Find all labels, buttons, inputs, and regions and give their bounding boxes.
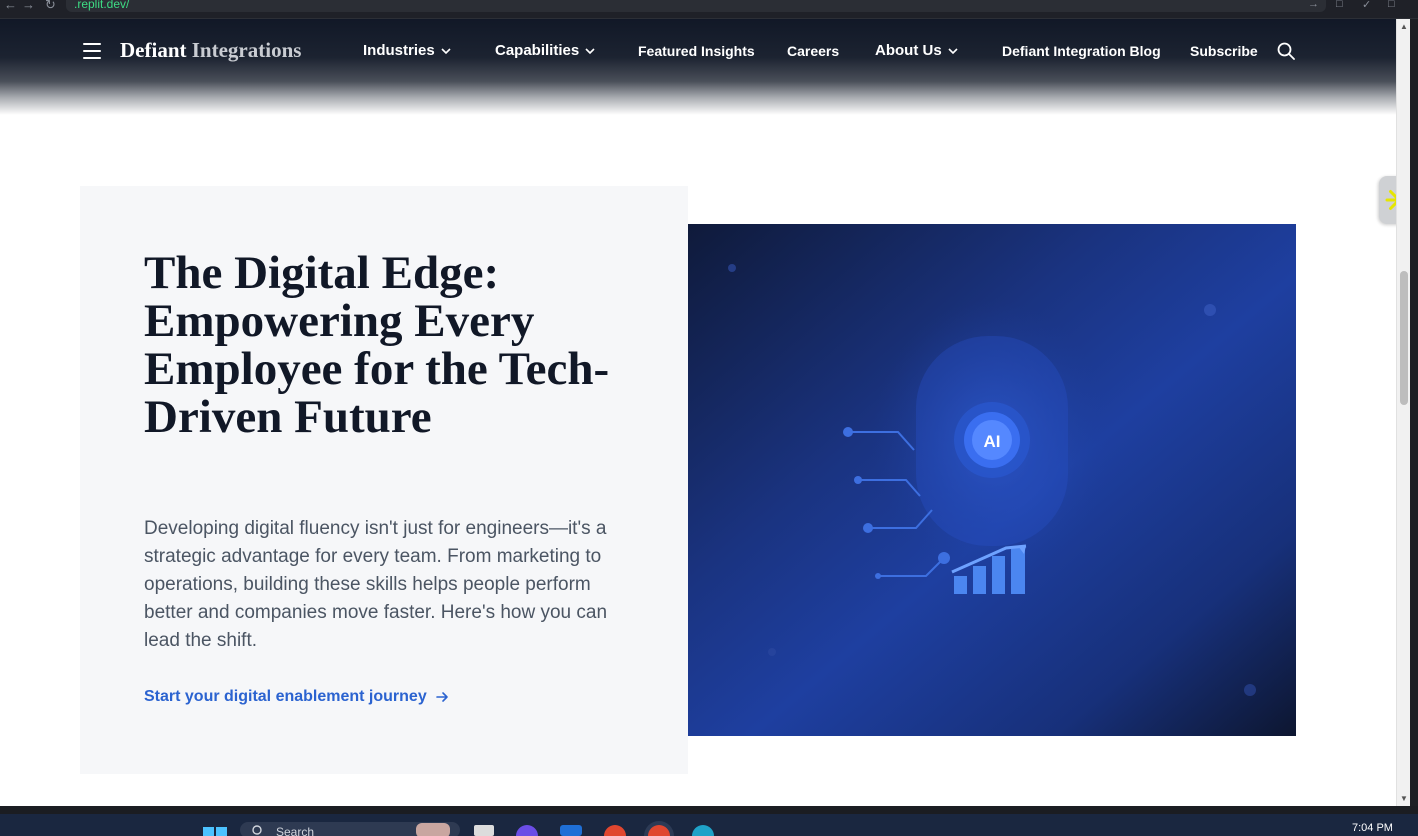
nav-blog-label: Defiant Integration Blog — [1002, 43, 1161, 59]
search-icon[interactable] — [1277, 42, 1295, 60]
hero-illustration: AI — [688, 224, 1296, 736]
pin-icon[interactable]: ✓ — [1362, 0, 1371, 11]
copilot-icon[interactable] — [516, 825, 538, 836]
site-header: Defiant Integrations Industries Capabili… — [0, 19, 1396, 115]
window-edge — [1410, 19, 1418, 806]
monitor-icon[interactable]: □ — [1336, 0, 1343, 10]
file-explorer-icon[interactable] — [474, 825, 494, 836]
ai-badge-text: AI — [984, 432, 1001, 451]
taskbar-clock: 7:04 PM — [1352, 822, 1393, 834]
scroll-up-arrow-icon[interactable]: ▲ — [1400, 23, 1408, 31]
logo-text-secondary: Integrations — [191, 38, 302, 62]
nav-featured-insights[interactable]: Featured Insights — [638, 43, 755, 59]
outlook-icon[interactable] — [560, 825, 582, 836]
arrow-right-icon — [435, 692, 448, 702]
window-bottom-border — [0, 806, 1418, 814]
browser-toolbar: ← → ↻ .replit.dev/ → □ ✓ □ — [0, 0, 1418, 19]
new-tab-icon[interactable]: □ — [1388, 0, 1395, 10]
chevron-down-icon — [948, 47, 958, 54]
scroll-down-arrow-icon[interactable]: ▼ — [1400, 795, 1408, 803]
nav-careers[interactable]: Careers — [787, 43, 839, 59]
chevron-down-icon — [585, 47, 595, 54]
chrome-icon[interactable] — [604, 825, 626, 836]
hero-title: The Digital Edge: Empowering Every Emplo… — [144, 247, 610, 443]
chevron-down-icon — [441, 47, 451, 54]
windows-start-icon[interactable] — [203, 825, 227, 836]
hamburger-menu-icon[interactable] — [83, 43, 101, 59]
page-scrollbar[interactable]: ▲ ▼ — [1396, 19, 1410, 806]
nav-industries[interactable]: Industries — [363, 42, 451, 59]
logo-text-primary: Defiant — [120, 38, 187, 62]
nav-subscribe[interactable]: Subscribe — [1190, 43, 1258, 59]
search-icon — [252, 825, 262, 835]
os-taskbar: Search 7:04 PM — [0, 814, 1418, 836]
nav-industries-label: Industries — [363, 42, 435, 59]
nav-capabilities-label: Capabilities — [495, 42, 580, 59]
nav-blog[interactable]: Defiant Integration Blog — [1002, 43, 1161, 59]
hero-cta-link[interactable]: Start your digital enablement journey — [144, 688, 449, 706]
chrome-active-icon[interactable] — [648, 825, 670, 836]
reload-icon[interactable]: ↻ — [45, 0, 56, 11]
taskbar-search-box[interactable]: Search — [240, 822, 460, 836]
nav-capabilities[interactable]: Capabilities — [495, 42, 595, 59]
address-bar[interactable] — [66, 0, 1326, 12]
nav-featured-insights-label: Featured Insights — [638, 43, 755, 59]
nav-about-us-label: About Us — [875, 42, 942, 59]
hero-cta-label: Start your digital enablement journey — [144, 688, 427, 705]
scrollbar-thumb[interactable] — [1400, 271, 1408, 405]
edge-icon[interactable] — [692, 825, 714, 836]
nav-subscribe-label: Subscribe — [1190, 43, 1258, 59]
taskbar-search-placeholder: Search — [276, 825, 315, 836]
search-highlight-image — [416, 823, 450, 836]
back-icon[interactable]: ← — [4, 0, 17, 11]
site-logo[interactable]: Defiant Integrations — [120, 38, 301, 63]
nav-about-us[interactable]: About Us — [875, 42, 958, 59]
forward-icon[interactable]: → — [22, 0, 35, 11]
nav-careers-label: Careers — [787, 43, 840, 59]
share-icon[interactable]: → — [1308, 0, 1319, 10]
address-bar-url[interactable]: .replit.dev/ — [74, 0, 129, 11]
hero-description: Developing digital fluency isn't just fo… — [144, 518, 608, 651]
